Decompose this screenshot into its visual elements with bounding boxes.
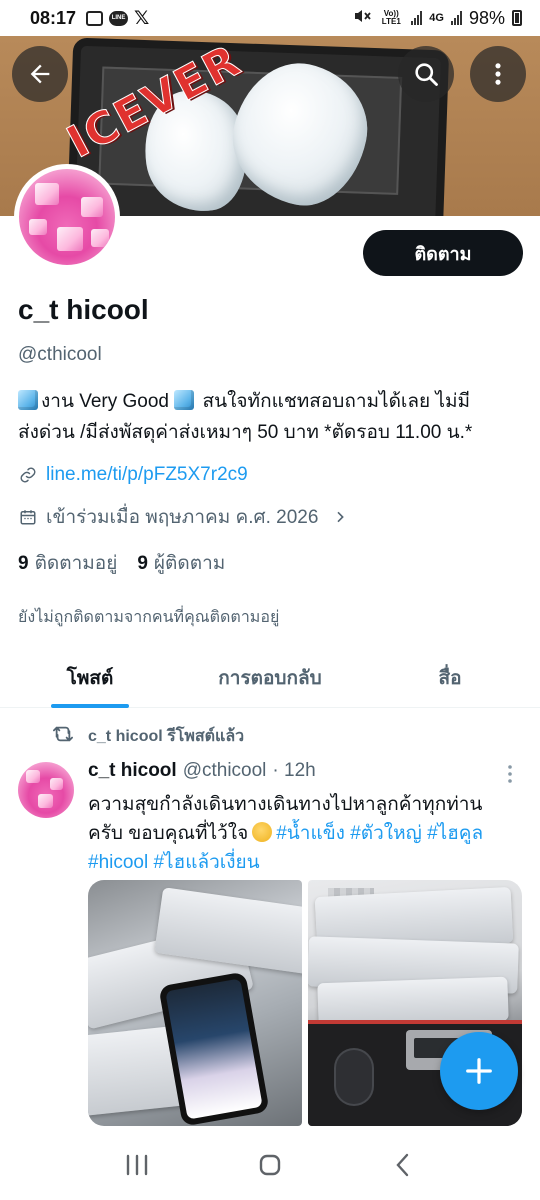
post-media-image[interactable] — [88, 880, 302, 1126]
back-button[interactable] — [12, 46, 68, 102]
profile-display-name: c_t hicool — [18, 294, 149, 325]
following-count: 9 — [18, 553, 29, 574]
profile-link[interactable]: line.me/ti/p/pFZ5X7r2c9 — [46, 464, 248, 486]
post-text: ความสุขกำลังเดินทางเดินทางไปหาลูกค้าทุกท… — [88, 790, 528, 877]
battery-percent: 98% — [468, 7, 505, 28]
post-text-line2: ครับ ขอบคุณที่ไว้ใจ — [88, 823, 249, 844]
compose-post-button[interactable] — [440, 1032, 518, 1110]
follow-button[interactable]: ติดตาม — [363, 230, 523, 276]
smiling-emoji-icon — [252, 822, 273, 842]
search-button[interactable] — [398, 46, 454, 102]
line-app-icon: LINE — [109, 10, 129, 26]
ice-cube-emoji-icon — [174, 390, 195, 410]
followers-label: ผู้ติดตาม — [153, 553, 226, 574]
notification-icons: LINE 𝕏 — [86, 7, 149, 30]
chevron-right-icon — [330, 507, 350, 527]
arrow-left-icon — [30, 64, 50, 84]
followers-count: 9 — [137, 553, 148, 574]
tab-media[interactable]: สื่อ — [360, 648, 540, 708]
profile-handle: @cthicool — [18, 344, 102, 365]
plus-icon — [466, 1058, 492, 1084]
tab-posts[interactable]: โพสต์ — [0, 648, 180, 708]
signal-icon — [411, 11, 423, 25]
system-indicators: Vo)) LTE1 4G 98% — [353, 8, 522, 29]
followers-count-link[interactable]: 9 ผู้ติดตาม — [137, 548, 225, 578]
follow-counts: 9 ติดตามอยู่ 9 ผู้ติดตาม — [18, 548, 225, 578]
volte-indicator: Vo)) LTE1 — [381, 9, 401, 26]
post-header: c_t hicool @cthicool · 12h — [88, 760, 316, 782]
post-author-handle[interactable]: @cthicool — [183, 760, 267, 782]
more-vertical-icon — [495, 63, 501, 85]
status-time: 08:17 — [30, 7, 77, 28]
following-label: ติดตามอยู่ — [34, 553, 118, 574]
mouse-in-photo — [336, 1050, 372, 1104]
post-text-line1: ความสุขกำลังเดินทางเดินทางไปหาลูกค้าทุกท… — [88, 794, 483, 815]
network-type: 4G — [429, 12, 444, 24]
gallery-icon — [86, 10, 104, 26]
bio-text-1: งาน Very Good — [41, 391, 175, 412]
bio-text-2: ส่งด่วน /มีส่งพัสดุค่าส่งเหมาๆ 50 บาท *ต… — [18, 422, 473, 443]
profile-tabs: โพสต์ การตอบกลับ สื่อ — [0, 648, 540, 708]
signal-icon-2 — [450, 11, 462, 25]
tab-replies[interactable]: การตอบกลับ — [180, 648, 360, 708]
profile-joined-row[interactable]: เข้าร่วมเมื่อ พฤษภาคม ค.ศ. 2026 — [18, 502, 350, 532]
search-icon — [415, 63, 438, 86]
tab-label: การตอบกลับ — [218, 668, 322, 689]
recent-apps-icon — [126, 1154, 147, 1176]
profile-link-row[interactable]: line.me/ti/p/pFZ5X7r2c9 — [18, 464, 248, 486]
repost-indicator: c_t hicool รีโพสต์แล้ว — [52, 724, 244, 749]
repost-label[interactable]: c_t hicool รีโพสต์แล้ว — [88, 724, 244, 749]
status-bar: 08:17 LINE 𝕏 Vo)) LTE1 4G 98% — [0, 0, 540, 36]
ice-cube-emoji-icon — [18, 390, 38, 410]
following-count-link[interactable]: 9 ติดตามอยู่ — [18, 548, 117, 578]
home-button[interactable] — [240, 1140, 300, 1190]
post-author-avatar[interactable] — [18, 762, 74, 818]
tab-label: สื่อ — [438, 668, 462, 689]
nav-back-icon — [396, 1153, 409, 1177]
nav-back-button[interactable] — [373, 1140, 433, 1190]
mute-icon — [353, 8, 371, 28]
more-options-button[interactable] — [470, 46, 526, 102]
profile-bio: งาน Very Good สนใจทักแชทสอบถามได้เลย ไม่… — [18, 386, 518, 448]
post-author-name[interactable]: c_t hicool — [88, 760, 177, 782]
post-more-button[interactable] — [502, 764, 518, 789]
bio-text-1b: สนใจทักแชทสอบถามได้เลย ไม่มี — [197, 391, 471, 412]
active-tab-indicator — [51, 704, 129, 708]
more-vertical-icon — [508, 765, 512, 783]
post-hashtags[interactable]: #น้ำแข็ง #ตัวใหญ่ #ไฮคูล — [276, 823, 483, 844]
repost-icon — [52, 724, 74, 749]
x-app-icon: 𝕏 — [134, 7, 150, 29]
system-navigation-bar — [0, 1130, 540, 1200]
profile-avatar[interactable] — [14, 164, 120, 270]
post-time[interactable]: · 12h — [272, 760, 315, 782]
link-icon — [18, 465, 38, 485]
tab-label: โพสต์ — [66, 668, 114, 689]
profile-joined-text: เข้าร่วมเมื่อ พฤษภาคม ค.ศ. 2026 — [46, 507, 319, 528]
calendar-icon — [18, 507, 38, 527]
post-hashtags[interactable]: #hicool #ไฮแล้วเงี่ยน — [88, 852, 260, 873]
home-icon — [259, 1154, 281, 1176]
battery-icon — [512, 10, 522, 26]
not-followed-note: ยังไม่ถูกติดตามจากคนที่คุณติดตามอยู่ — [18, 609, 280, 626]
recent-apps-button[interactable] — [107, 1140, 167, 1190]
